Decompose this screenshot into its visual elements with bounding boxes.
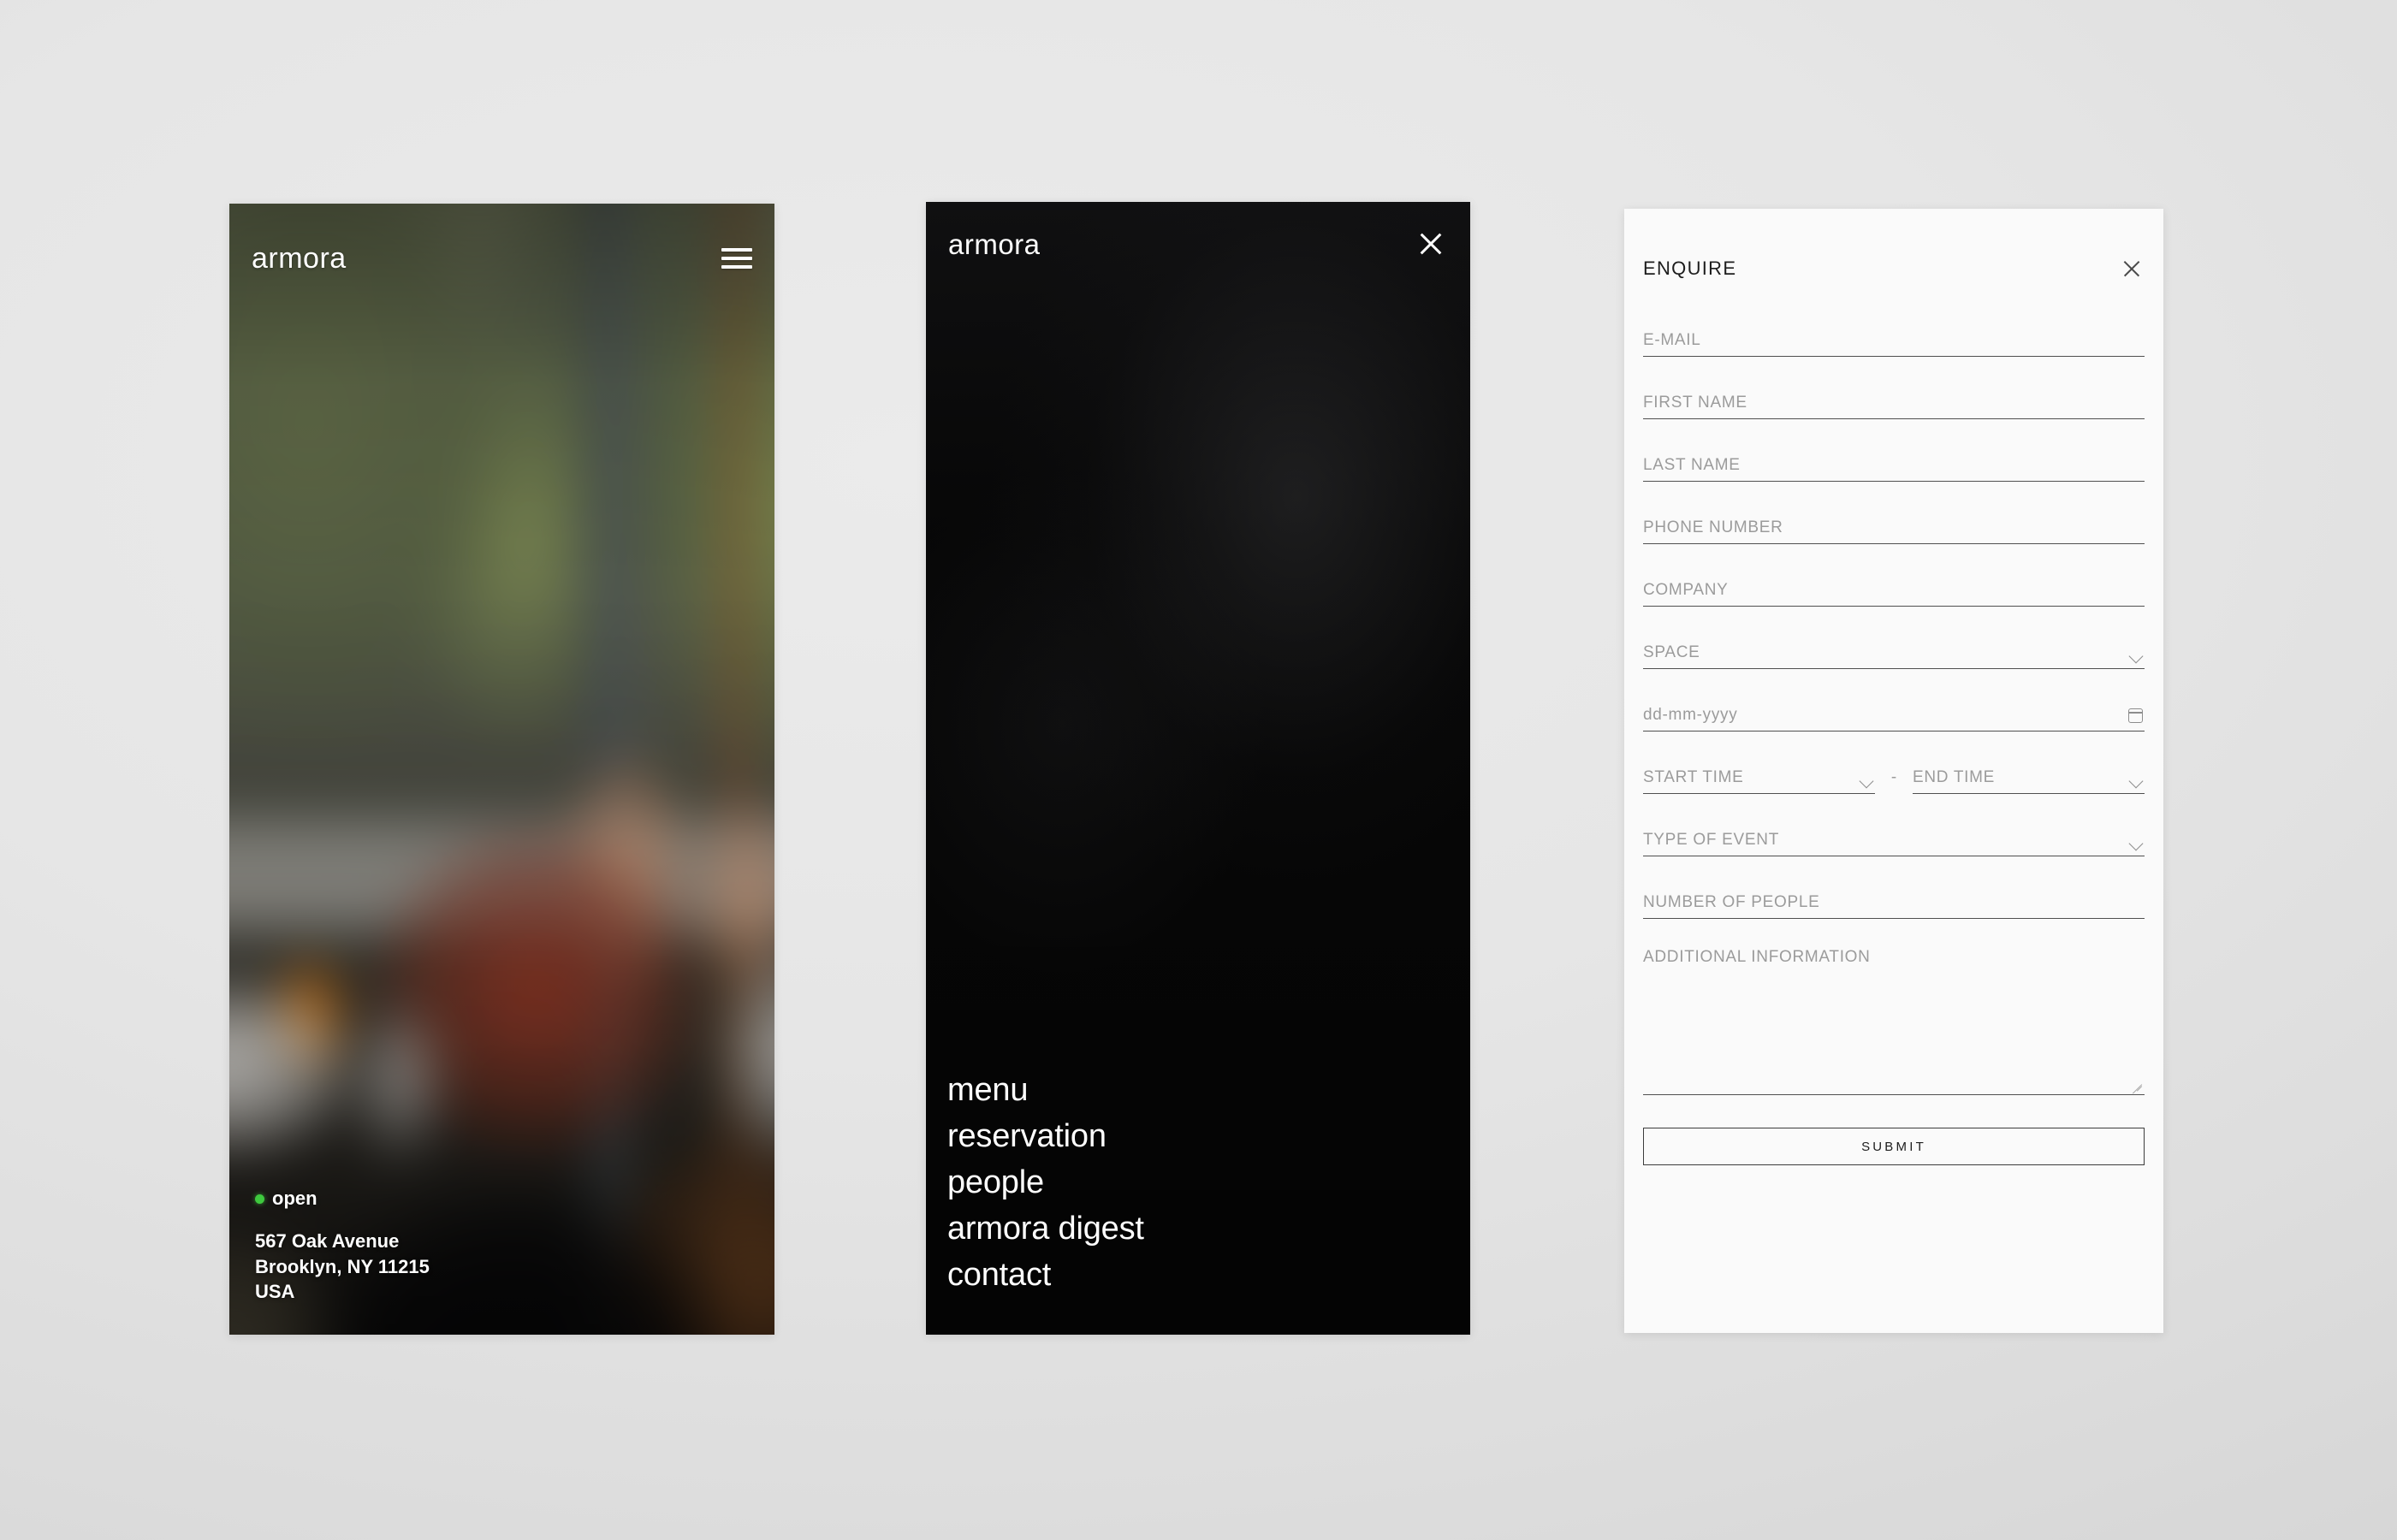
additional-information-textarea[interactable]: ADDITIONAL INFORMATION	[1643, 947, 2145, 1096]
space-select[interactable]: SPACE	[1643, 635, 2145, 670]
brand-wordmark: armora	[252, 242, 347, 275]
status-badge: open	[255, 1189, 430, 1208]
status-dot-icon	[255, 1194, 264, 1204]
first-name-field[interactable]: FIRST NAME	[1643, 385, 2145, 420]
address-line-3: USA	[255, 1280, 295, 1302]
calendar-icon[interactable]	[2128, 708, 2143, 724]
address-line-2: Brooklyn, NY 11215	[255, 1255, 430, 1277]
nav-item-armora-digest[interactable]: armora digest	[947, 1206, 1144, 1253]
hamburger-icon[interactable]	[721, 246, 752, 270]
hamburger-bar	[721, 248, 752, 252]
nav-item-people[interactable]: people	[947, 1160, 1044, 1206]
page-title: ENQUIRE	[1643, 257, 1737, 279]
hamburger-bar	[721, 265, 752, 269]
submit-button[interactable]: SUBMIT	[1643, 1128, 2145, 1166]
address-block: 567 Oak Avenue Brooklyn, NY 11215 USA	[255, 1229, 430, 1304]
hero-photo	[229, 204, 774, 1335]
hero-topbar: armora	[229, 233, 774, 284]
nav-topbar: armora	[926, 219, 1470, 269]
number-of-people-field[interactable]: NUMBER OF PEOPLE	[1643, 885, 2145, 920]
company-field-label: COMPANY	[1643, 581, 1729, 600]
screenshot-stage: armora open 567 Oak Avenue Brooklyn, NY …	[0, 0, 2397, 1540]
time-range-row: START TIME - END TIME	[1643, 760, 2145, 795]
nav-overlay-screen: armora menu reservation people armora di…	[926, 202, 1470, 1335]
additional-information-label: ADDITIONAL INFORMATION	[1643, 948, 1871, 967]
enquire-header: ENQUIRE	[1643, 246, 2145, 290]
close-icon[interactable]	[2119, 256, 2145, 281]
email-field-label: E-MAIL	[1643, 331, 1701, 350]
end-time-select-label: END TIME	[1913, 768, 1996, 787]
start-time-select-label: START TIME	[1643, 768, 1744, 787]
hamburger-bar	[721, 257, 752, 260]
event-type-select[interactable]: TYPE OF EVENT	[1643, 822, 2145, 857]
address-line-1: 567 Oak Avenue	[255, 1230, 400, 1253]
nav-item-menu[interactable]: menu	[947, 1068, 1028, 1114]
number-of-people-field-label: NUMBER OF PEOPLE	[1643, 893, 1820, 912]
start-time-select[interactable]: START TIME	[1643, 760, 1875, 795]
hero-screen: armora open 567 Oak Avenue Brooklyn, NY …	[229, 204, 774, 1335]
hero-photo-overlay	[229, 204, 774, 1335]
chevron-down-icon	[2130, 651, 2143, 659]
chevron-down-icon	[2130, 838, 2143, 846]
end-time-select[interactable]: END TIME	[1913, 760, 2145, 795]
brand-wordmark: armora	[948, 228, 1041, 260]
last-name-field-label: LAST NAME	[1643, 456, 1741, 475]
date-field-label: dd-mm-yyyy	[1643, 706, 1738, 725]
nav-menu-list: menu reservation people armora digest co…	[947, 1068, 1144, 1299]
close-icon[interactable]	[1414, 227, 1448, 261]
chevron-down-icon	[1860, 776, 1873, 784]
time-range-separator: -	[1890, 768, 1897, 787]
first-name-field-label: FIRST NAME	[1643, 394, 1747, 412]
last-name-field[interactable]: LAST NAME	[1643, 447, 2145, 483]
chevron-down-icon	[2130, 776, 2143, 784]
enquire-form-screen: ENQUIRE E-MAIL FIRST NAME LAST NAME PHON…	[1624, 209, 2163, 1333]
nav-item-contact[interactable]: contact	[947, 1253, 1051, 1299]
company-field[interactable]: COMPANY	[1643, 572, 2145, 607]
status-label: open	[272, 1188, 317, 1210]
email-field[interactable]: E-MAIL	[1643, 323, 2145, 358]
nav-item-reservation[interactable]: reservation	[947, 1114, 1107, 1160]
resize-handle-icon[interactable]	[2130, 1075, 2142, 1087]
date-field[interactable]: dd-mm-yyyy	[1643, 697, 2145, 732]
phone-number-field-label: PHONE NUMBER	[1643, 518, 1783, 537]
event-type-select-label: TYPE OF EVENT	[1643, 831, 1780, 850]
phone-number-field[interactable]: PHONE NUMBER	[1643, 510, 2145, 545]
space-select-label: SPACE	[1643, 643, 1700, 662]
hero-info-block: open 567 Oak Avenue Brooklyn, NY 11215 U…	[255, 1189, 430, 1304]
